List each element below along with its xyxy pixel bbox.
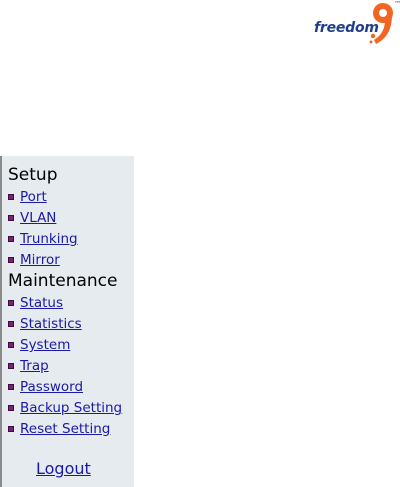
port-link[interactable]: Port (20, 188, 47, 206)
vlan-link[interactable]: VLAN (20, 209, 56, 227)
bullet-icon (8, 194, 14, 200)
logo-trademark: ™ (394, 0, 400, 8)
sidebar-item-trunking[interactable]: Trunking (8, 230, 78, 248)
bullet-icon (8, 405, 14, 411)
trunking-link[interactable]: Trunking (20, 230, 78, 248)
status-link[interactable]: Status (20, 294, 63, 312)
sidebar-item-backup-setting[interactable]: Backup Setting (8, 399, 122, 417)
sidebar-item-password[interactable]: Password (8, 378, 83, 396)
sidebar-item-system[interactable]: System (8, 336, 70, 354)
bullet-icon (8, 257, 14, 263)
sidebar-item-statistics[interactable]: Statistics (8, 315, 82, 333)
sidebar-item-port[interactable]: Port (8, 188, 47, 206)
sidebar-item-trap[interactable]: Trap (8, 357, 49, 375)
bullet-icon (8, 321, 14, 327)
password-link[interactable]: Password (20, 378, 83, 396)
sidebar-item-mirror[interactable]: Mirror (8, 251, 60, 269)
logout-link[interactable]: Logout (36, 459, 91, 478)
maintenance-heading: Maintenance (8, 271, 118, 291)
setup-heading: Setup (8, 165, 58, 185)
freedom9-logo: freedom ™ (312, 0, 400, 52)
reset-setting-link[interactable]: Reset Setting (20, 420, 110, 438)
bullet-icon (8, 426, 14, 432)
bullet-icon (8, 215, 14, 221)
system-link[interactable]: System (20, 336, 70, 354)
bullet-icon (8, 342, 14, 348)
sidebar-item-vlan[interactable]: VLAN (8, 209, 56, 227)
bullet-icon (8, 384, 14, 390)
mirror-link[interactable]: Mirror (20, 251, 60, 269)
sidebar-item-status[interactable]: Status (8, 294, 63, 312)
bullet-icon (8, 363, 14, 369)
statistics-link[interactable]: Statistics (20, 315, 82, 333)
sidebar-item-reset-setting[interactable]: Reset Setting (8, 420, 110, 438)
backup-setting-link[interactable]: Backup Setting (20, 399, 122, 417)
bullet-icon (8, 236, 14, 242)
bullet-icon (8, 300, 14, 306)
sidebar-nav: Setup Port VLAN Trunking Mirror Maintena… (0, 156, 134, 487)
trap-link[interactable]: Trap (20, 357, 49, 375)
